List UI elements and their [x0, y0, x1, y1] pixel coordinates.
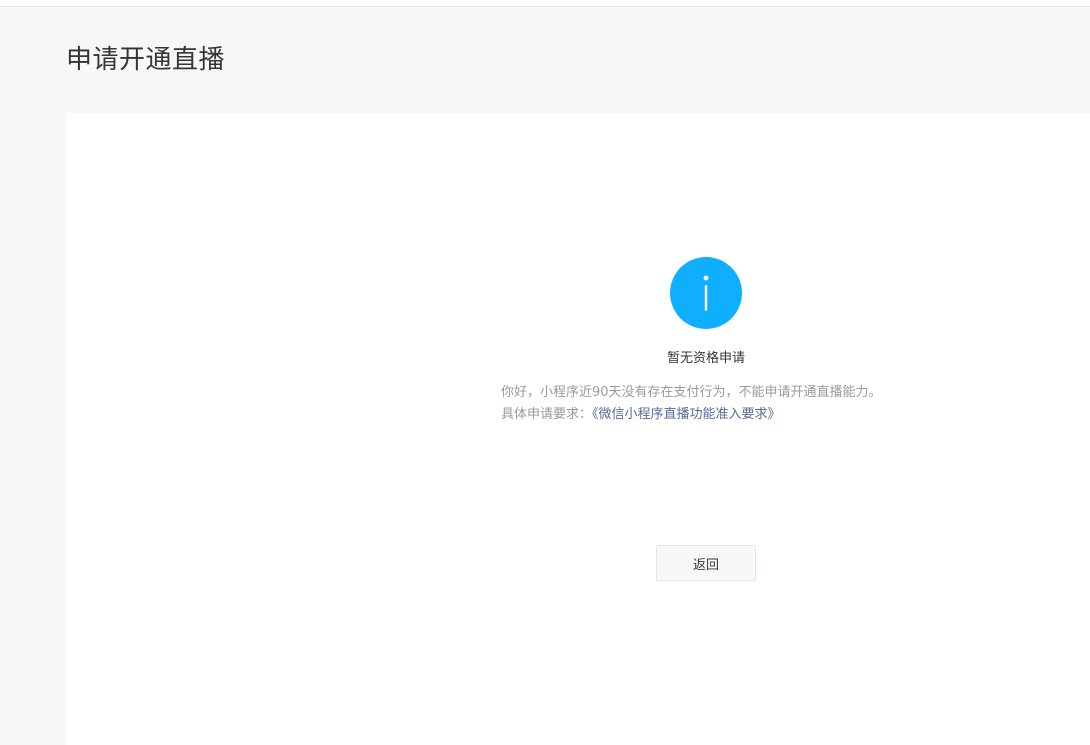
requirement-row: 具体申请要求：《微信小程序直播功能准入要求》 [501, 404, 1061, 426]
main-card: 暂无资格申请 你好，小程序近90天没有存在支付行为，不能申请开通直播能力。 具体… [66, 113, 1090, 745]
info-circle-icon [670, 257, 742, 329]
page-title: 申请开通直播 [66, 45, 226, 75]
requirement-link[interactable]: 《微信小程序直播功能准入要求》 [592, 407, 781, 422]
requirement-label: 具体申请要求： [501, 407, 593, 422]
top-bar [0, 0, 1090, 7]
back-button[interactable]: 返回 [656, 545, 756, 581]
result-panel: 暂无资格申请 你好，小程序近90天没有存在支付行为，不能申请开通直播能力。 具体… [66, 113, 1090, 745]
result-title: 暂无资格申请 [666, 351, 745, 366]
result-description: 你好，小程序近90天没有存在支付行为，不能申请开通直播能力。 具体申请要求：《微… [501, 382, 1061, 426]
description-line: 你好，小程序近90天没有存在支付行为，不能申请开通直播能力。 [501, 385, 882, 400]
